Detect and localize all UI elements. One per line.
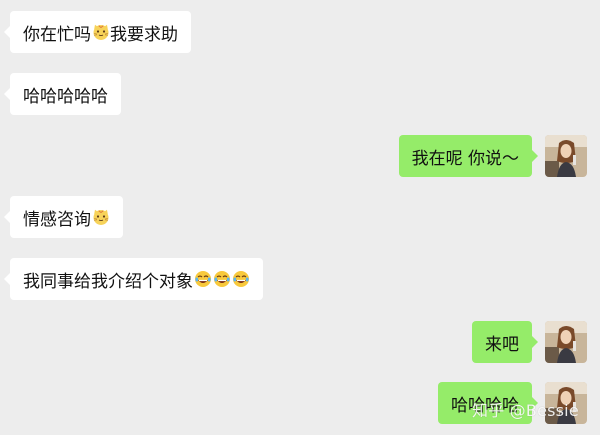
message-text: 来吧 (485, 334, 519, 355)
message-text: 我同事给我介绍个对象 (23, 271, 193, 292)
message-text: 我要求助 (110, 24, 178, 45)
watermark: 知乎 @Bessie (472, 401, 579, 420)
laughing-emoji-icon (213, 270, 231, 288)
message-text: 情感咨询 (23, 209, 91, 230)
avatar[interactable] (545, 135, 587, 177)
message-row: 来吧 (0, 321, 600, 363)
outgoing-bubble[interactable]: 来吧 (472, 321, 538, 363)
outgoing-bubble[interactable]: 我在呢 你说～ (398, 135, 539, 177)
avatar[interactable] (545, 321, 587, 363)
message-text: 你在忙吗 (23, 24, 91, 45)
cat-emoji-icon (92, 23, 110, 41)
incoming-bubble[interactable]: 我同事给我介绍个对象 (4, 258, 263, 300)
incoming-bubble[interactable]: 哈哈哈哈哈 (4, 73, 121, 115)
laughing-emoji-icon (194, 270, 212, 288)
laughing-emoji-icon (232, 270, 250, 288)
message-text: 我在呢 你说～ (411, 148, 519, 169)
message-text: 哈哈哈哈哈 (23, 86, 108, 107)
cat-emoji-icon (92, 208, 110, 226)
chat-area: 你在忙吗 我要求助 哈哈哈哈哈 我在呢 你说～ 情感咨询 我同事给我介绍个对象 … (0, 0, 600, 435)
incoming-bubble[interactable]: 情感咨询 (4, 196, 123, 238)
message-row: 我在呢 你说～ (0, 135, 600, 177)
incoming-bubble[interactable]: 你在忙吗 我要求助 (4, 11, 191, 53)
